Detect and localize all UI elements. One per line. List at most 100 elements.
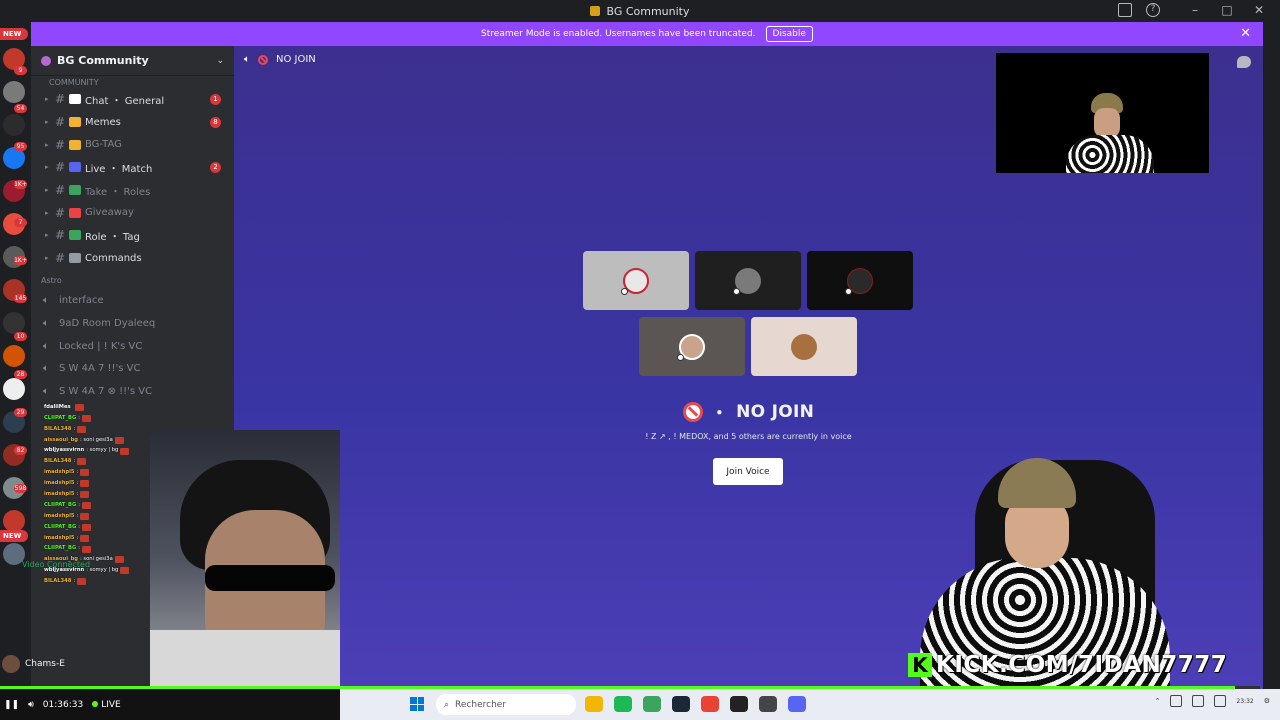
channel-item[interactable]: ▸ # Role ・ Tag: [31, 224, 234, 247]
window-icon[interactable]: [1214, 695, 1227, 707]
chat-message: CLIIPAT_BG:: [44, 544, 184, 555]
server-icon[interactable]: [3, 81, 25, 103]
chat-message: imadxhpl5:: [44, 489, 184, 500]
speaker-icon: 🔈︎: [43, 295, 49, 307]
taskbar-search[interactable]: ⌕ Rechercher: [436, 694, 576, 715]
user-panel[interactable]: Chams-E: [0, 648, 150, 680]
participant-tile[interactable]: [807, 251, 913, 310]
settings-gear-icon[interactable]: ⚙: [1264, 697, 1270, 705]
participant-tile[interactable]: [639, 317, 745, 376]
window-icon[interactable]: [1170, 695, 1183, 707]
chat-message: imadxhpl5:: [44, 478, 184, 489]
channel-item[interactable]: ▸ # Chat ・ General 1: [31, 88, 234, 111]
voice-channel-name: interface: [59, 295, 104, 307]
channel-category[interactable]: COMMUNITY: [31, 76, 234, 88]
voice-channel-item[interactable]: 🔈︎ interface: [31, 290, 234, 313]
channel-item[interactable]: ▸ # Live ・ Match 2: [31, 156, 234, 179]
taskbar-app-icon[interactable]: [759, 696, 777, 712]
chat-username: aissaoui_bg: [44, 436, 79, 443]
taskbar-app-icon[interactable]: [614, 696, 632, 712]
participant-tile[interactable]: [583, 251, 689, 310]
server-header[interactable]: BG Community ⌄: [31, 46, 234, 76]
channel-emoji-icon: [69, 162, 81, 173]
chat-username: CLIIPAT_BG: [44, 545, 77, 552]
chevron-down-icon[interactable]: ⌄: [216, 56, 224, 66]
speaker-icon: 🔈︎: [244, 54, 250, 65]
chevron-right-icon[interactable]: ▸: [45, 254, 53, 262]
taskbar-app-icon[interactable]: [672, 696, 690, 712]
channel-emoji-icon: [69, 94, 81, 105]
voice-channel-item[interactable]: 🔈︎ S W 4A 7 ⊗ !!'s VC: [31, 380, 234, 403]
minimize-icon[interactable]: –: [1188, 3, 1202, 17]
close-window-icon[interactable]: ✕: [1252, 3, 1266, 17]
close-banner-icon[interactable]: ✕: [1240, 26, 1251, 41]
channel-name: Live ・ Match: [85, 163, 153, 175]
volume-icon[interactable]: 🔊︎: [28, 700, 34, 710]
join-voice-button[interactable]: Join Voice: [713, 458, 783, 485]
new-indicator[interactable]: NEW: [0, 530, 28, 542]
server-icon[interactable]: [3, 312, 25, 334]
windows-start-icon[interactable]: [410, 697, 424, 711]
maximize-icon[interactable]: □: [1220, 3, 1234, 17]
chevron-right-icon[interactable]: ▸: [45, 141, 53, 149]
voice-channel-item[interactable]: 🔈︎ Locked | ! K's VC: [31, 335, 234, 358]
taskbar-app-icon[interactable]: [788, 696, 806, 712]
speaker-icon: 🔈︎: [43, 386, 49, 398]
channel-item[interactable]: ▸ # Memes 8: [31, 111, 234, 134]
user-name: Chams-E: [25, 659, 65, 669]
hash-icon: #: [55, 137, 66, 152]
clock[interactable]: 23:32: [1236, 698, 1253, 705]
chat-username: BILAL348: [44, 458, 72, 465]
taskbar-app-icon[interactable]: [643, 696, 661, 712]
emote-icon: [120, 447, 130, 455]
hash-icon: #: [55, 251, 66, 266]
disable-streamer-mode-button[interactable]: Disable: [765, 26, 813, 42]
server-icon[interactable]: [3, 510, 25, 532]
channel-name: Role ・ Tag: [85, 231, 140, 243]
chat-username: imadxhpl5: [44, 480, 75, 487]
chat-text: :: [78, 523, 81, 530]
taskbar-app-icon[interactable]: [585, 696, 603, 712]
channel-item[interactable]: ▸ # Take ・ Roles: [31, 179, 234, 202]
speaker-icon: 🔈︎: [43, 318, 49, 330]
chevron-right-icon[interactable]: ▸: [45, 231, 53, 239]
window-icon[interactable]: [1192, 695, 1205, 707]
chat-message: imadxhpl5:: [44, 467, 184, 478]
participant-tile[interactable]: [751, 317, 857, 376]
chat-username: wbljyassvirnn: [44, 447, 85, 454]
chevron-right-icon[interactable]: ▸: [45, 118, 53, 126]
emote-icon: [82, 545, 92, 553]
taskbar-app-icon[interactable]: [730, 696, 748, 712]
inbox-icon[interactable]: [1118, 3, 1132, 17]
new-indicator[interactable]: NEW: [0, 28, 28, 40]
voice-channel-item[interactable]: 🔈︎ S W 4A 7 !!'s VC: [31, 358, 234, 381]
server-icon[interactable]: [3, 114, 25, 136]
chat-text: :: [73, 578, 76, 585]
server-icon[interactable]: [3, 378, 25, 400]
emote-icon: [80, 534, 90, 542]
help-icon[interactable]: ?: [1146, 3, 1160, 17]
chat-username: imadxhpl5: [44, 490, 75, 497]
participant-tile[interactable]: [695, 251, 801, 310]
chevron-right-icon[interactable]: ▸: [45, 186, 53, 194]
voice-channel-list: 🔈︎ interface 🔈︎ 9aD Room Dyaleeq 🔈︎ Locked | …: [31, 290, 234, 403]
taskbar-app-icon[interactable]: [701, 696, 719, 712]
person-shirt: [1066, 135, 1154, 173]
chevron-right-icon[interactable]: ▸: [45, 95, 53, 103]
voice-channel-name: S W 4A 7 ⊗ !!'s VC: [59, 386, 153, 398]
voice-channel-item[interactable]: 🔈︎ 9aD Room Dyaleeq: [31, 312, 234, 335]
hash-icon: #: [55, 228, 66, 243]
channel-item[interactable]: ▸ # Commands: [31, 247, 234, 270]
pause-icon[interactable]: ❚❚: [4, 700, 19, 710]
emote-icon: [77, 578, 87, 586]
chevron-right-icon[interactable]: ▸: [45, 163, 53, 171]
chat-bubble-icon[interactable]: [1237, 56, 1251, 68]
chat-username: CLIIPAT_BG: [44, 523, 77, 530]
channel-item[interactable]: ▸ # BG-TAG: [31, 133, 234, 156]
channel-item[interactable]: ▸ # Giveaway: [31, 201, 234, 224]
chevron-right-icon[interactable]: ▸: [45, 209, 53, 217]
server-badge: 29: [14, 408, 27, 417]
category-astro[interactable]: Astro: [31, 270, 234, 290]
chevron-up-icon[interactable]: ⌃: [1155, 697, 1161, 705]
server-icon[interactable]: [3, 345, 25, 367]
